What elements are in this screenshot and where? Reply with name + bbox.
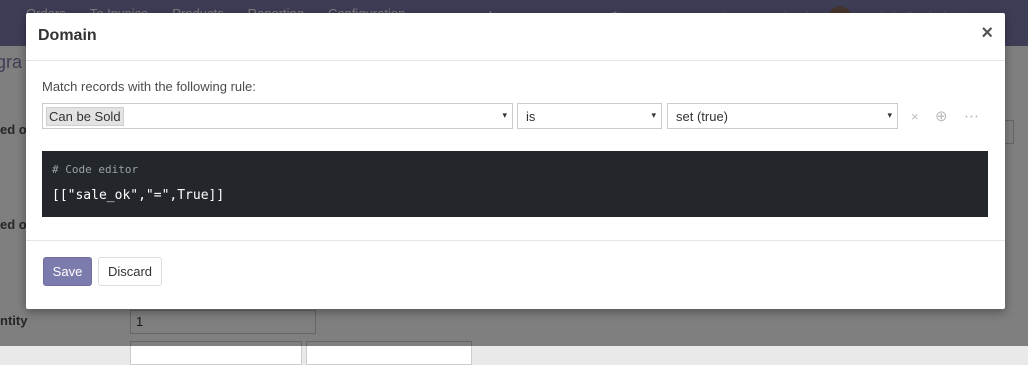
code-editor-text[interactable]: [["sale_ok","=",True]] xyxy=(52,188,224,203)
chevron-down-icon: ▾ xyxy=(502,110,507,120)
value-select[interactable]: set (true) ▾ xyxy=(667,103,898,129)
code-editor[interactable]: # Code editor [["sale_ok","=",True]] xyxy=(42,151,988,217)
remove-rule-icon[interactable]: × xyxy=(911,109,919,124)
rule-description: Match records with the following rule: xyxy=(42,79,256,94)
modal-footer-divider xyxy=(26,240,1005,241)
modal-header: Domain × xyxy=(26,13,1005,61)
field-select-value: Can be Sold xyxy=(46,107,124,126)
close-icon[interactable]: × xyxy=(981,23,993,43)
field-select[interactable]: Can be Sold ▾ xyxy=(42,103,513,129)
modal-title: Domain xyxy=(38,27,97,44)
operator-select[interactable]: is ▾ xyxy=(517,103,662,129)
value-select-value: set (true) xyxy=(676,109,729,124)
code-editor-comment: # Code editor xyxy=(52,163,139,176)
more-options-icon[interactable]: ⋯ xyxy=(964,107,979,125)
discard-button[interactable]: Discard xyxy=(98,257,162,286)
domain-dialog: Domain × Match records with the followin… xyxy=(26,13,1005,309)
operator-select-value: is xyxy=(526,109,536,124)
add-rule-icon[interactable]: ⊕ xyxy=(935,107,948,125)
chevron-down-icon: ▾ xyxy=(651,110,656,120)
save-button[interactable]: Save xyxy=(43,257,92,286)
chevron-down-icon: ▾ xyxy=(887,110,892,120)
